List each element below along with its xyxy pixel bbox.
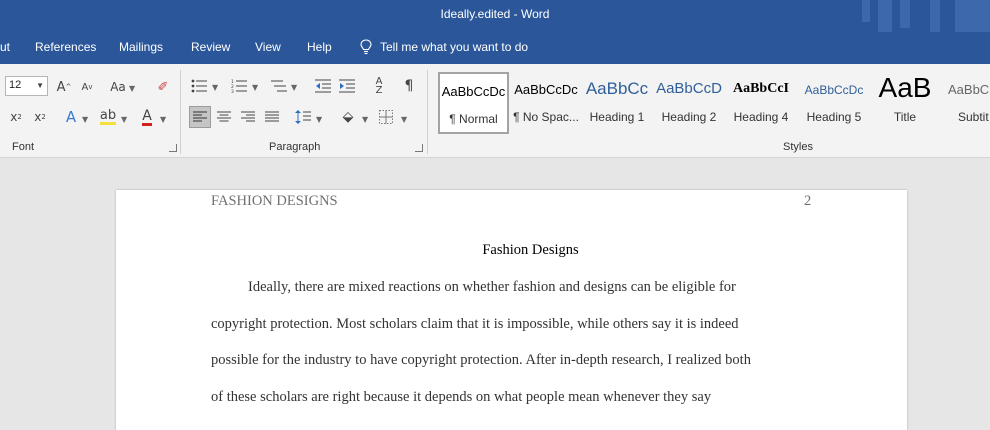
body-line: copyright protection. Most scholars clai… [211,316,739,332]
show-formatting-marks-icon[interactable]: ¶ [400,77,418,95]
tab-layout[interactable]: ut [0,40,10,54]
style-name: Heading 1 [589,110,645,124]
tab-help[interactable]: Help [307,40,332,54]
numbering-icon[interactable]: 123 [230,77,248,95]
chevron-down-icon[interactable]: ▼ [160,115,166,124]
font-size-value: 12 [9,79,22,91]
group-divider [180,70,181,154]
style-subtitle[interactable]: AaBbC Subtit [944,72,990,134]
grow-font-icon[interactable]: A ^ [55,78,73,96]
style-heading-5[interactable]: AaBbCcDc Heading 5 [800,72,868,134]
sort-icon[interactable]: AZ [370,76,388,96]
chevron-down-icon[interactable]: ▼ [129,84,135,93]
style-name: Subtit [958,110,989,124]
chevron-down-icon[interactable]: ▼ [316,115,322,124]
tab-mailings[interactable]: Mailings [119,40,163,54]
styles-group-label: Styles [783,141,813,153]
font-color-icon[interactable]: A [138,107,156,127]
chevron-down-icon[interactable]: ▼ [212,83,218,92]
line-spacing-icon[interactable] [294,107,312,127]
page-number: 2 [804,193,812,209]
style-normal[interactable]: AaBbCcDc ¶ Normal [438,72,509,134]
body-line: possible for the industry to have copyri… [211,352,751,368]
document-title: Fashion Designs [482,242,579,258]
title-bar: Ideally.edited - Word [0,0,990,32]
style-name: Heading 2 [661,110,717,124]
tab-view[interactable]: View [255,40,281,54]
style-sample: AaBbCcI [732,81,789,96]
chevron-down-icon[interactable]: ▼ [82,115,88,124]
ribbon-tabs: ut References Mailings Review View Help … [0,32,990,64]
decrease-indent-icon[interactable] [314,77,332,95]
chevron-down-icon[interactable]: ▼ [36,81,44,90]
style-sample: AaBbCcDc [441,84,506,99]
lightbulb-icon [360,39,372,55]
superscript-icon[interactable]: x2 [31,108,49,126]
chevron-down-icon[interactable]: ▼ [362,115,368,124]
style-title[interactable]: AaB Title [872,72,938,134]
tab-references[interactable]: References [35,40,96,54]
subscript-icon[interactable]: x2 [7,108,25,126]
chevron-down-icon[interactable]: ▼ [252,83,258,92]
style-heading-4[interactable]: AaBbCcI Heading 4 [728,72,794,134]
body-line: of these scholars are right because it d… [211,389,712,405]
ribbon: 12 ▼ A ^ Av Aa ▼ ✐ x2 x2 A ▼ ab ▼ A ▼ Fon… [0,64,990,158]
chevron-down-icon[interactable]: ▼ [291,83,297,92]
multilevel-list-icon[interactable] [270,77,288,95]
paragraph-group-label: Paragraph [269,141,321,153]
font-group-label: Font [12,141,35,153]
font-size-field[interactable]: 12 ▼ [5,76,48,96]
style-name: Title [893,110,917,124]
align-left-icon[interactable] [189,106,211,128]
style-sample: AaBbCcDc [514,82,578,97]
tab-review[interactable]: Review [191,40,230,54]
style-heading-2[interactable]: AaBbCcD Heading 2 [656,72,722,134]
style-sample: AaBbC [948,82,990,97]
highlight-color-icon[interactable]: ab [99,107,117,127]
text-effects-icon[interactable]: A [62,107,80,127]
change-case-icon[interactable]: Aa [108,78,128,96]
style-sample: AaBbCcDc [804,83,864,97]
running-header: FASHION DESIGNS [211,193,338,209]
style-name: ¶ Normal [449,112,498,126]
body-line: Ideally, there are mixed reactions on wh… [248,279,736,295]
style-name: ¶ No Spac... [513,110,579,124]
chevron-down-icon[interactable]: ▼ [401,115,407,124]
tell-me-text: Tell me what you want to do [380,40,529,54]
align-center-icon[interactable] [215,107,233,127]
document-page[interactable]: FASHION DESIGNS 2 Fashion Designs Ideall… [116,190,907,430]
style-sample: AaB [878,72,932,103]
style-no-spacing[interactable]: AaBbCcDc ¶ No Spac... [511,72,581,134]
clear-formatting-icon[interactable]: ✐ [154,78,172,96]
font-dialog-launcher-icon[interactable] [169,144,177,152]
style-sample: AaBbCcD [656,80,722,97]
window-title: Ideally.edited - Word [440,7,550,21]
tell-me-box[interactable]: Tell me what you want to do [360,39,528,55]
svg-text:3: 3 [231,89,234,93]
justify-icon[interactable] [263,107,281,127]
style-name: Heading 4 [733,110,789,124]
style-sample: AaBbCc [585,79,649,98]
increase-indent-icon[interactable] [338,77,356,95]
shading-icon[interactable]: ⬙ [339,107,357,127]
chevron-down-icon[interactable]: ▼ [121,115,127,124]
paragraph-dialog-launcher-icon[interactable] [415,144,423,152]
align-right-icon[interactable] [239,107,257,127]
group-divider [427,70,428,154]
style-name: Heading 5 [806,110,862,124]
borders-icon[interactable] [377,107,395,127]
bullets-icon[interactable] [190,77,208,95]
shrink-font-icon[interactable]: Av [79,78,95,96]
style-heading-1[interactable]: AaBbCc Heading 1 [585,72,649,134]
